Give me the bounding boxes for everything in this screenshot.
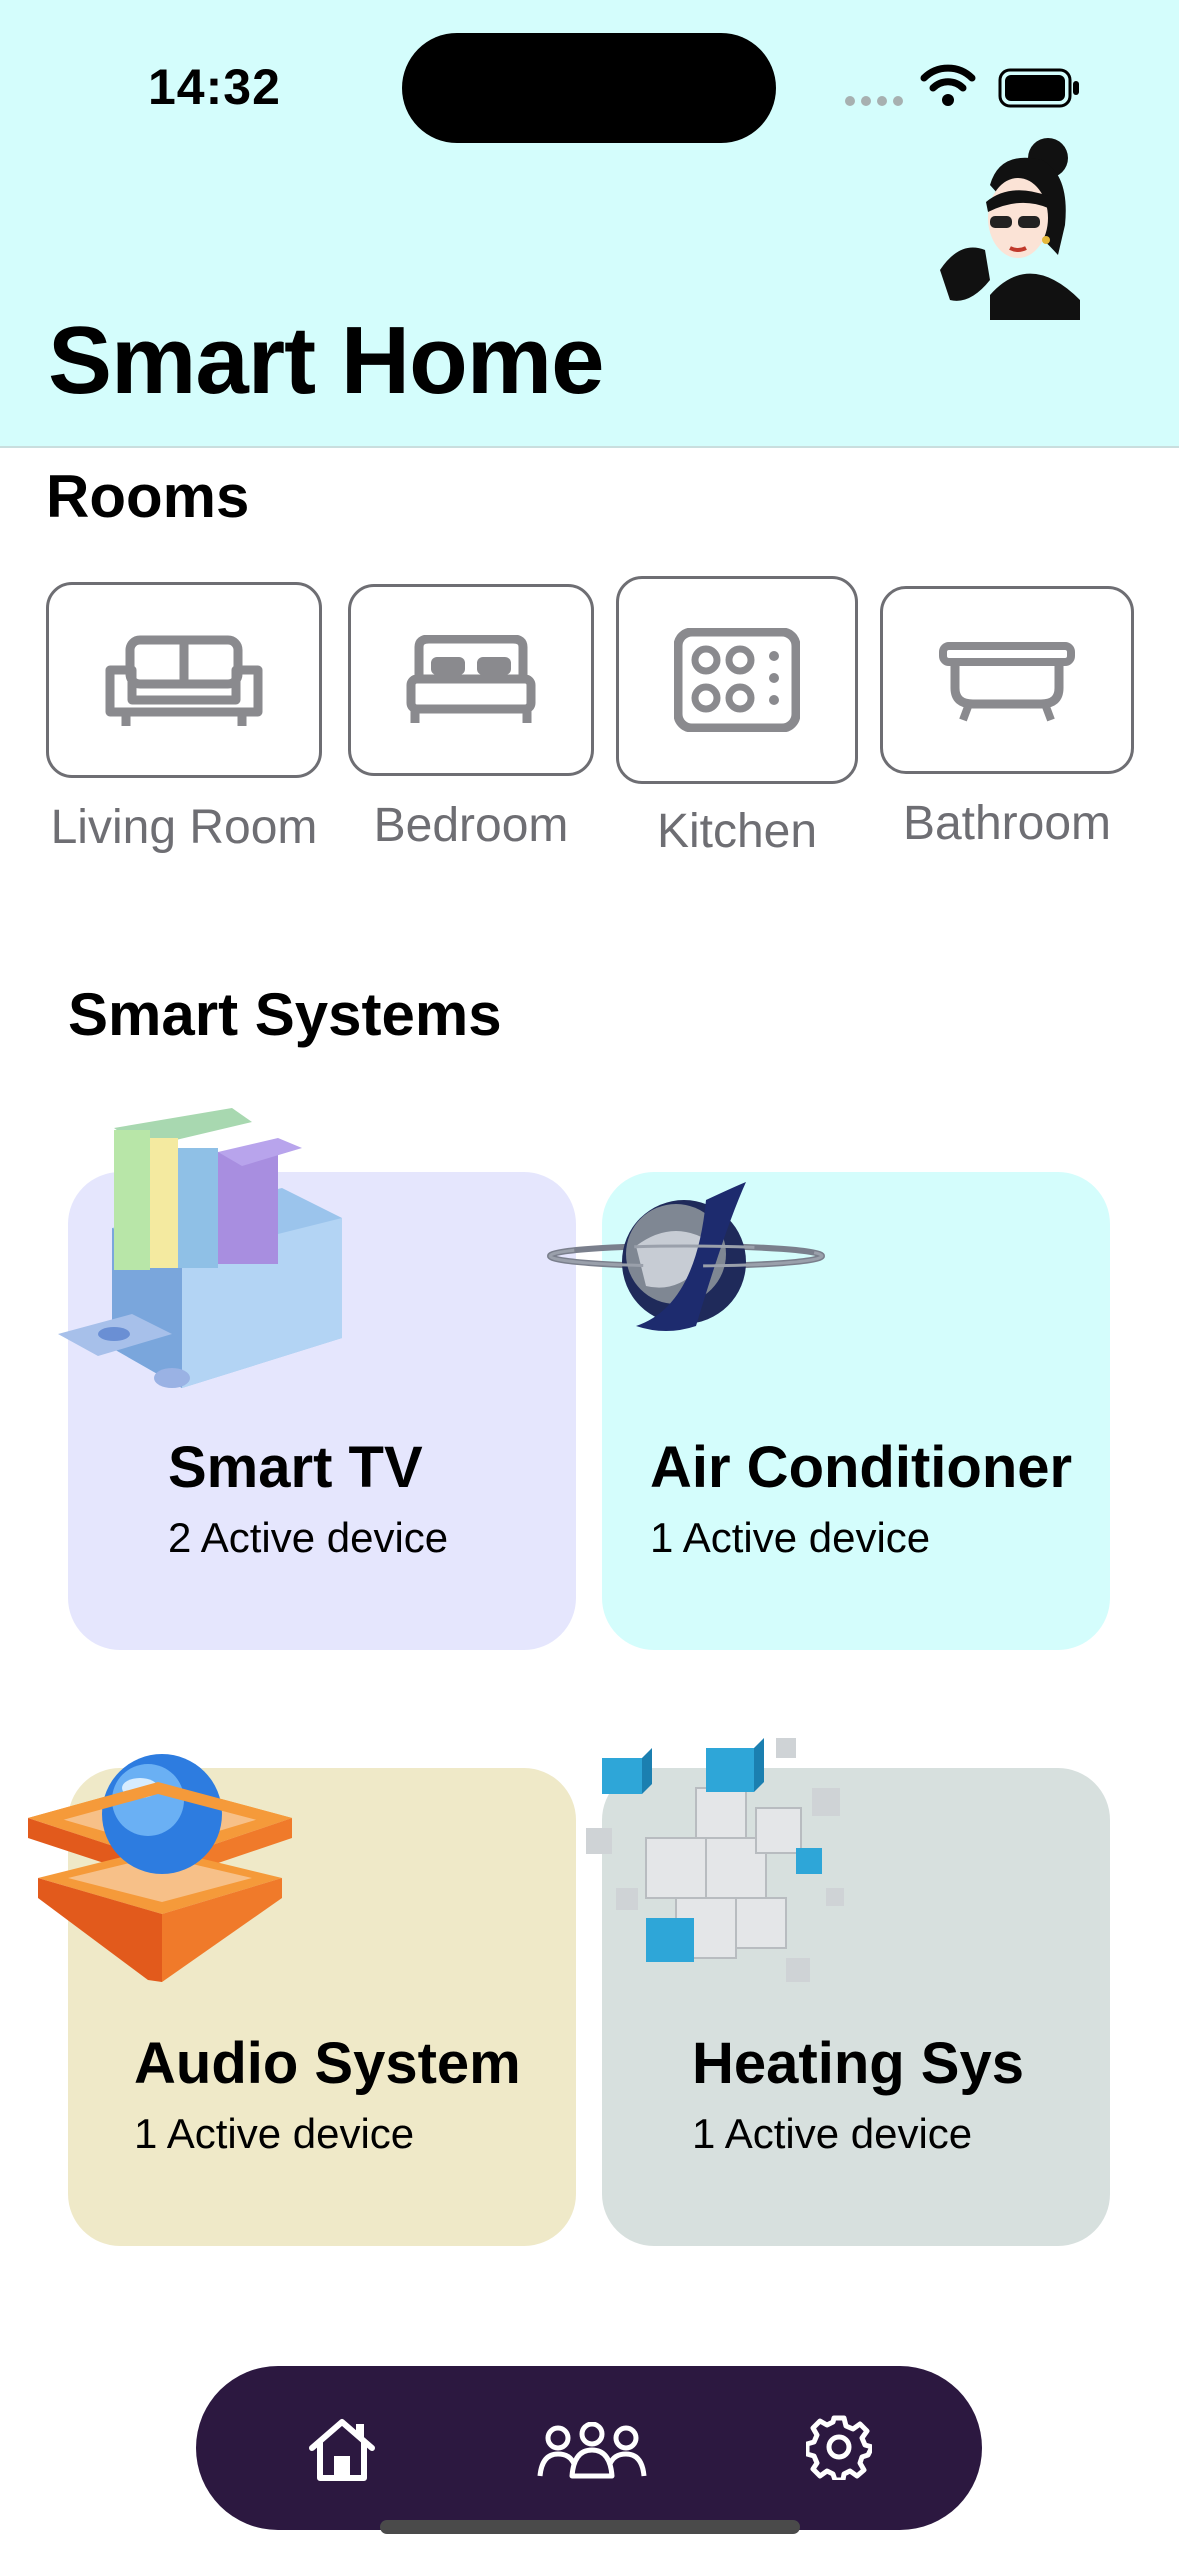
card-title: Smart TV: [168, 1435, 423, 1500]
globe-orbit-icon: [547, 1182, 825, 1331]
media-box-icon: [58, 1108, 342, 1388]
room-kitchen[interactable]: [616, 576, 858, 784]
wifi-icon: [920, 64, 976, 106]
card-subtitle: 1 Active device: [692, 2110, 973, 2157]
room-bedroom[interactable]: [348, 584, 594, 776]
room-label-living-room: Living Room: [50, 801, 318, 854]
room-living-room[interactable]: [46, 582, 322, 778]
room-label-bathroom: Bathroom: [902, 797, 1112, 850]
card-subtitle: 1 Active device: [134, 2110, 415, 2157]
people-icon[interactable]: [536, 2422, 648, 2480]
home-icon[interactable]: [306, 2416, 378, 2482]
stove-icon: [674, 628, 800, 732]
page-title: Smart Home: [48, 307, 604, 414]
status-time: 14:32: [148, 59, 281, 115]
card-title: Heating Sys: [692, 2031, 1024, 2096]
card-title: Air Conditioner: [650, 1435, 1073, 1500]
gear-icon[interactable]: [806, 2414, 872, 2480]
home-indicator: [380, 2520, 800, 2534]
dynamic-island: [402, 33, 776, 143]
sofa-icon: [105, 635, 263, 726]
header: 14:32 Smart Home: [0, 0, 1179, 448]
cellular-signal-icon: [845, 96, 903, 106]
rooms-title: Rooms: [46, 463, 250, 530]
room-label-bedroom: Bedroom: [373, 799, 569, 852]
bed-icon: [406, 635, 536, 723]
card-subtitle: 2 Active device: [168, 1514, 449, 1561]
bathtub-icon: [939, 642, 1075, 722]
avatar[interactable]: [930, 130, 1090, 320]
cubes-icon: [586, 1738, 844, 1982]
room-bathroom[interactable]: [880, 586, 1134, 774]
room-label-kitchen: Kitchen: [656, 805, 818, 858]
bottom-nav: [196, 2366, 982, 2530]
battery-icon: [998, 68, 1079, 108]
card-subtitle: 1 Active device: [650, 1514, 931, 1561]
smart-systems-title: Smart Systems: [68, 981, 502, 1048]
card-title: Audio System: [134, 2031, 521, 2096]
layers-sphere-icon: [28, 1754, 292, 1982]
